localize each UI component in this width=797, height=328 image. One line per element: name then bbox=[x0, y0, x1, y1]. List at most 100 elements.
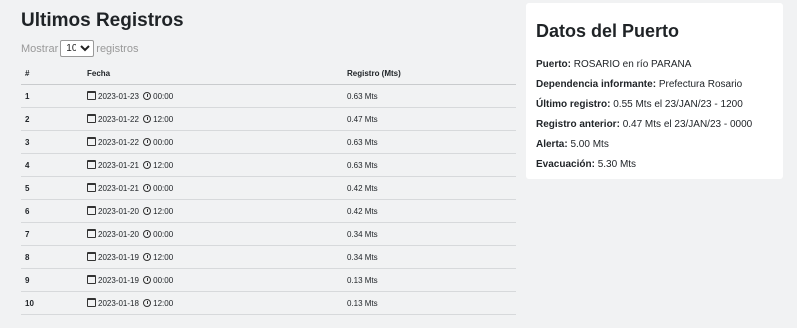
row-date: 2023-01-21 bbox=[98, 161, 139, 170]
clock-icon bbox=[143, 184, 152, 192]
row-time: 00:00 bbox=[153, 230, 174, 239]
row-number: 8 bbox=[21, 245, 83, 269]
row-fecha: 2023-01-23 00:00 bbox=[83, 84, 343, 108]
length-suffix: registros bbox=[96, 42, 139, 55]
table-header-row: # Fecha Registro (Mts) bbox=[21, 62, 516, 85]
puerto-info: Puerto: ROSARIO en río PARANA Dependencia… bbox=[536, 55, 752, 175]
calendar-icon bbox=[87, 229, 96, 238]
row-date: 2023-01-23 bbox=[98, 92, 139, 101]
row-number: 4 bbox=[21, 153, 83, 177]
table-row: 10 2023-01-18 12:00 0.13 Mts bbox=[21, 291, 516, 315]
table-row: 1 2023-01-23 00:00 0.63 Mts bbox=[21, 84, 516, 108]
row-date: 2023-01-22 bbox=[98, 138, 139, 147]
field-value: 5.00 Mts bbox=[570, 139, 609, 150]
row-registro: 0.42 Mts bbox=[343, 199, 516, 223]
table-row: 7 2023-01-20 00:00 0.34 Mts bbox=[21, 222, 516, 246]
row-number: 6 bbox=[21, 199, 83, 223]
row-time: 12:00 bbox=[153, 299, 174, 308]
clock-icon bbox=[143, 115, 152, 123]
row-number: 2 bbox=[21, 107, 83, 131]
row-registro: 0.47 Mts bbox=[343, 107, 516, 131]
row-time: 12:00 bbox=[153, 161, 174, 170]
puerto-field: Último registro: 0.55 Mts el 23/JAN/23 -… bbox=[536, 95, 752, 115]
clock-icon bbox=[143, 276, 152, 284]
puerto-title: Datos del Puerto bbox=[536, 21, 680, 41]
row-date: 2023-01-22 bbox=[98, 115, 139, 124]
row-fecha: 2023-01-22 12:00 bbox=[83, 107, 343, 131]
row-date: 2023-01-18 bbox=[98, 299, 139, 308]
calendar-icon bbox=[87, 160, 96, 169]
field-label: Registro anterior: bbox=[536, 119, 620, 130]
clock-icon bbox=[143, 230, 152, 238]
length-prefix: Mostrar bbox=[21, 42, 59, 55]
column-header-number[interactable]: # bbox=[21, 62, 83, 85]
field-label: Alerta: bbox=[536, 139, 568, 150]
datos-puerto-card: Datos del Puerto Puerto: ROSARIO en río … bbox=[526, 3, 783, 179]
row-fecha: 2023-01-22 00:00 bbox=[83, 130, 343, 154]
row-number: 1 bbox=[21, 84, 83, 108]
row-time: 00:00 bbox=[153, 184, 174, 193]
table-row: 9 2023-01-19 00:00 0.13 Mts bbox=[21, 268, 516, 292]
row-time: 00:00 bbox=[153, 138, 174, 147]
table-row: 3 2023-01-22 00:00 0.63 Mts bbox=[21, 130, 516, 154]
page-length-control: Mostrar 10 registros bbox=[21, 40, 138, 57]
row-date: 2023-01-20 bbox=[98, 207, 139, 216]
puerto-field: Evacuación: 5.30 Mts bbox=[536, 155, 752, 175]
clock-icon bbox=[143, 253, 152, 261]
calendar-icon bbox=[87, 275, 96, 284]
clock-icon bbox=[143, 207, 152, 215]
puerto-field: Registro anterior: 0.47 Mts el 23/JAN/23… bbox=[536, 115, 752, 135]
field-value: 5.30 Mts bbox=[597, 159, 637, 170]
calendar-icon bbox=[87, 206, 96, 215]
row-number: 3 bbox=[21, 130, 83, 154]
clock-icon bbox=[143, 138, 152, 146]
row-time: 12:00 bbox=[153, 253, 174, 262]
table-row: 8 2023-01-19 12:00 0.34 Mts bbox=[21, 245, 516, 269]
row-registro: 0.34 Mts bbox=[343, 245, 516, 269]
calendar-icon bbox=[87, 114, 96, 123]
page-length-select[interactable]: 10 bbox=[60, 40, 95, 57]
row-fecha: 2023-01-18 12:00 bbox=[83, 291, 343, 315]
table-row: 4 2023-01-21 12:00 0.63 Mts bbox=[21, 153, 516, 177]
column-header-registro[interactable]: Registro (Mts) bbox=[343, 62, 516, 85]
field-label: Dependencia informante: bbox=[536, 79, 657, 90]
table-row: 5 2023-01-21 00:00 0.42 Mts bbox=[21, 176, 516, 200]
row-registro: 0.63 Mts bbox=[343, 153, 516, 177]
puerto-field: Dependencia informante: Prefectura Rosar… bbox=[536, 75, 752, 95]
field-value: 0.55 Mts el 23/JAN/23 - 1200 bbox=[613, 99, 743, 110]
calendar-icon bbox=[87, 298, 96, 307]
row-time: 00:00 bbox=[153, 276, 174, 285]
row-date: 2023-01-20 bbox=[98, 230, 139, 239]
registros-table: # Fecha Registro (Mts) 1 2023-01-23 00:00… bbox=[21, 62, 516, 315]
table-row: 6 2023-01-20 12:00 0.42 Mts bbox=[21, 199, 516, 223]
row-number: 9 bbox=[21, 268, 83, 292]
row-fecha: 2023-01-19 12:00 bbox=[83, 245, 343, 269]
calendar-icon bbox=[87, 183, 96, 192]
row-number: 10 bbox=[21, 291, 83, 315]
row-time: 00:00 bbox=[153, 92, 174, 101]
clock-icon bbox=[143, 161, 152, 169]
row-number: 7 bbox=[21, 222, 83, 246]
clock-icon bbox=[143, 92, 152, 100]
row-registro: 0.63 Mts bbox=[343, 84, 516, 108]
table-body: 1 2023-01-23 00:00 0.63 Mts 2 2023-01-22 12:… bbox=[21, 84, 516, 315]
puerto-field: Puerto: ROSARIO en río PARANA bbox=[536, 55, 752, 75]
field-label: Puerto: bbox=[536, 59, 571, 70]
field-label: Último registro: bbox=[536, 99, 611, 110]
row-registro: 0.13 Mts bbox=[343, 268, 516, 292]
row-fecha: 2023-01-20 12:00 bbox=[83, 199, 343, 223]
row-date: 2023-01-21 bbox=[98, 184, 139, 193]
calendar-icon bbox=[87, 137, 96, 146]
row-time: 12:00 bbox=[153, 115, 174, 124]
row-fecha: 2023-01-20 00:00 bbox=[83, 222, 343, 246]
clock-icon bbox=[143, 299, 152, 307]
field-value: Prefectura Rosario bbox=[658, 79, 743, 90]
registros-title: Ultimos Registros bbox=[21, 10, 184, 31]
row-fecha: 2023-01-21 00:00 bbox=[83, 176, 343, 200]
row-registro: 0.34 Mts bbox=[343, 222, 516, 246]
calendar-icon bbox=[87, 252, 96, 261]
column-header-fecha[interactable]: Fecha bbox=[83, 62, 343, 85]
field-value: 0.47 Mts el 23/JAN/23 - 0000 bbox=[622, 119, 753, 130]
row-registro: 0.42 Mts bbox=[343, 176, 516, 200]
row-registro: 0.13 Mts bbox=[343, 291, 516, 315]
